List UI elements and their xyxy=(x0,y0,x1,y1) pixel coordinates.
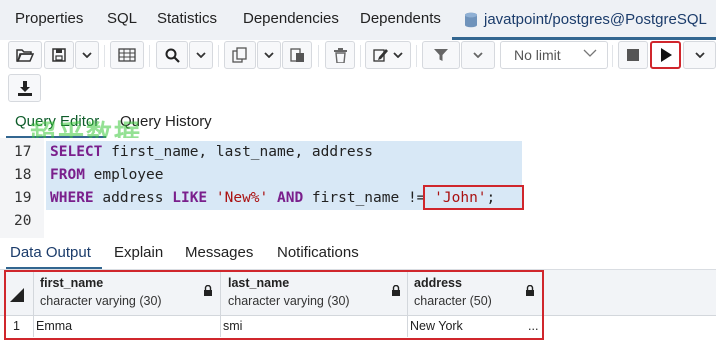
code-line-17: SELECT first_name, last_name, address xyxy=(50,144,373,160)
line-number: 18 xyxy=(14,167,32,183)
tab-query-tool[interactable]: javatpoint/postgres@PostgreSQL xyxy=(484,8,716,36)
find-button[interactable] xyxy=(156,41,188,69)
sql-keyword: FROM xyxy=(50,167,85,183)
chevron-down-icon xyxy=(82,52,92,58)
sql-text: employee xyxy=(84,167,164,183)
toolbar-divider xyxy=(612,45,613,67)
tab-messages[interactable]: Messages xyxy=(185,244,253,261)
query-tool-tab-label: javatpoint/postgres@PostgreSQL xyxy=(484,11,707,28)
sql-keyword: LIKE xyxy=(172,190,208,206)
toolbar-divider xyxy=(318,45,319,67)
condition-highlight-box xyxy=(423,185,524,210)
toolbar-divider xyxy=(218,45,219,67)
download-icon xyxy=(17,80,32,96)
sql-keyword: AND xyxy=(268,190,304,206)
sql-text: first_name, last_name, address xyxy=(102,144,374,160)
row-limit-value: No limit xyxy=(514,47,561,63)
save-options-dropdown[interactable] xyxy=(75,41,99,69)
secondary-toolbar xyxy=(0,74,716,104)
top-tab-bar: Properties SQL Statistics Dependencies D… xyxy=(0,0,716,41)
line-number: 19 xyxy=(14,190,32,206)
sql-text: first_name xyxy=(303,190,408,206)
chevron-down-icon xyxy=(473,52,483,58)
edit-grid-button[interactable] xyxy=(110,41,144,69)
stop-icon xyxy=(627,49,639,61)
play-icon xyxy=(660,48,672,62)
save-icon xyxy=(52,48,66,62)
row-limit-select[interactable]: No limit xyxy=(500,41,608,69)
open-file-button[interactable] xyxy=(8,41,42,69)
tab-data-output[interactable]: Data Output xyxy=(10,244,91,261)
result-highlight-box xyxy=(4,270,544,340)
filter-icon xyxy=(434,49,448,61)
execute-options-dropdown[interactable] xyxy=(683,41,716,69)
copy-icon xyxy=(232,47,247,63)
sql-text: address xyxy=(93,190,173,206)
copy-button[interactable] xyxy=(224,41,256,69)
tab-dependencies[interactable]: Dependencies xyxy=(243,10,339,27)
query-toolbar: No limit xyxy=(0,40,716,74)
line-number: 17 xyxy=(14,144,32,160)
paste-button[interactable] xyxy=(282,41,312,69)
edit-icon xyxy=(373,49,388,62)
toolbar-divider xyxy=(104,45,105,67)
chevron-down-icon xyxy=(393,52,403,58)
find-options-dropdown[interactable] xyxy=(189,41,213,69)
toolbar-divider xyxy=(416,45,417,67)
sql-string: 'New%' xyxy=(207,190,269,206)
filter-button[interactable] xyxy=(422,41,460,69)
tab-explain[interactable]: Explain xyxy=(114,244,163,261)
download-button[interactable] xyxy=(8,74,41,102)
edit-options-button[interactable] xyxy=(365,41,411,69)
tab-statistics[interactable]: Statistics xyxy=(157,10,217,27)
tab-sql[interactable]: SQL xyxy=(107,10,137,27)
chevron-down-icon xyxy=(264,52,274,58)
cancel-query-button[interactable] xyxy=(618,41,648,69)
trash-icon xyxy=(333,47,347,63)
toolbar-divider xyxy=(149,45,150,67)
sql-keyword: SELECT xyxy=(50,144,103,160)
code-line-18: FROM employee xyxy=(50,167,164,183)
execute-query-button[interactable] xyxy=(650,41,681,69)
tab-notifications[interactable]: Notifications xyxy=(277,244,359,261)
tab-properties[interactable]: Properties xyxy=(15,10,83,27)
sql-keyword: WHERE xyxy=(50,190,94,206)
output-tab-indicator xyxy=(6,267,102,269)
copy-options-dropdown[interactable] xyxy=(257,41,281,69)
paste-icon xyxy=(289,48,304,62)
search-icon xyxy=(165,48,180,63)
chevron-down-icon xyxy=(196,52,206,58)
sql-editor[interactable]: 17 18 19 20 SELECT first_name, last_name… xyxy=(0,138,716,238)
chevron-down-icon xyxy=(694,52,705,58)
delete-button[interactable] xyxy=(325,41,355,69)
database-icon xyxy=(465,12,477,28)
tab-dependents[interactable]: Dependents xyxy=(360,10,441,27)
output-tab-bar: Data Output Explain Messages Notificatio… xyxy=(0,238,716,270)
folder-open-icon xyxy=(16,49,34,62)
toolbar-divider xyxy=(360,45,361,67)
filter-options-dropdown[interactable] xyxy=(461,41,495,69)
line-number: 20 xyxy=(14,213,32,229)
chevron-down-icon xyxy=(583,49,597,57)
save-file-button[interactable] xyxy=(44,41,74,69)
table-icon xyxy=(118,48,136,62)
